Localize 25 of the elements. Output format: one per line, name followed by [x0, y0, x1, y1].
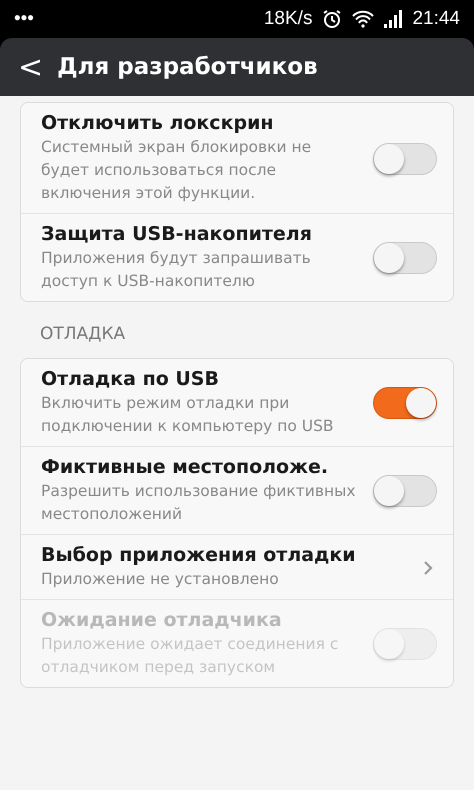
chevron-right-icon[interactable] — [423, 560, 433, 576]
setting-title: Фиктивные местоположе. — [41, 456, 328, 478]
network-speed: 18K/s — [264, 8, 312, 30]
toggle-switch[interactable] — [373, 475, 437, 507]
wifi-icon — [352, 10, 374, 28]
toggle-switch[interactable] — [373, 387, 437, 419]
setting-description: Приложение не установлено — [41, 569, 280, 590]
toggle-switch[interactable] — [373, 142, 437, 174]
setting-title: Отладка по USB — [41, 368, 219, 390]
setting-title: Ожидание отладчика — [41, 609, 282, 631]
screen-title: Для разработчиков — [57, 54, 318, 80]
setting-description: Системный экран блокировки не будет использоваться после включения этой функции. — [41, 137, 312, 204]
back-button[interactable]: < — [18, 50, 44, 84]
notification-dots: ••• — [14, 8, 34, 30]
setting-description: Приложения будут запрашивать доступ к USB-накопителю — [41, 248, 312, 292]
setting-title: Защита USB-накопителя — [41, 223, 312, 245]
alarm-icon — [322, 9, 342, 29]
section-header: ОТЛАДКА — [39, 323, 126, 346]
toggle-switch[interactable] — [373, 242, 437, 274]
setting-description: Включить режим отладки при подключении к компьютеру по USB — [41, 393, 335, 437]
setting-title: Отключить локскрин — [41, 112, 274, 134]
setting-title: Выбор приложения отладки — [41, 544, 356, 566]
clock: 21:44 — [412, 8, 460, 30]
setting-description: Разрешить использование фиктивных местоположений — [41, 481, 357, 525]
signal-icon — [384, 10, 402, 28]
